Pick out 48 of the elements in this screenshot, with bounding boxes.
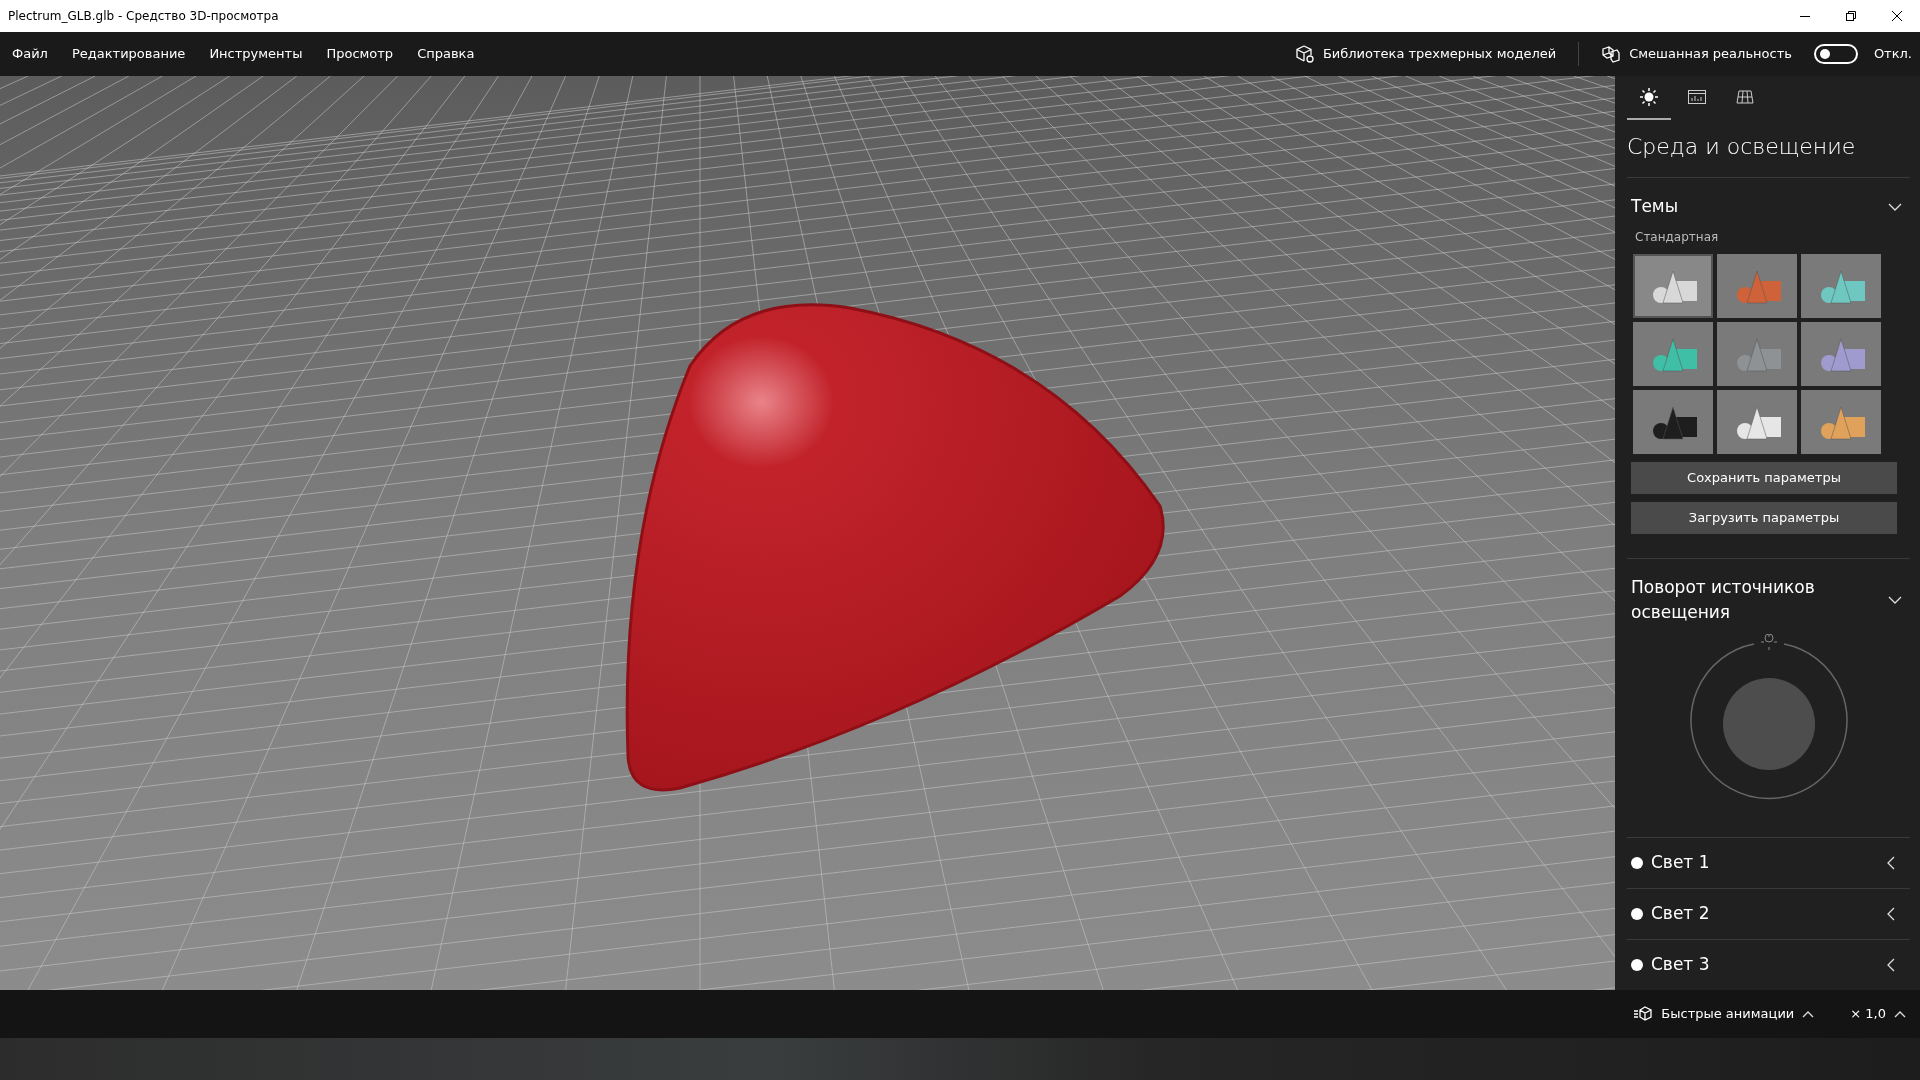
cube-search-icon: [1294, 44, 1315, 64]
minimize-icon: [1800, 15, 1810, 17]
theme-thumbnail[interactable]: [1717, 389, 1797, 454]
menu-item[interactable]: Файл: [0, 44, 60, 64]
light-dot: [1631, 908, 1643, 920]
animation-cube-icon: [1633, 1006, 1654, 1022]
theme-thumbnail[interactable]: [1801, 389, 1881, 454]
theme-thumbnail[interactable]: [1801, 321, 1881, 386]
chevron-down-icon: [1888, 594, 1902, 606]
menu-item[interactable]: Инструменты: [197, 44, 315, 64]
menu-item[interactable]: Справка: [405, 44, 487, 64]
menu-item[interactable]: Просмотр: [314, 44, 406, 64]
theme-thumbnail[interactable]: [1717, 321, 1797, 386]
theme-thumbnail[interactable]: [1633, 389, 1713, 454]
speed-button[interactable]: × 1,0: [1844, 1003, 1912, 1025]
panel-title: Среда и освещение: [1627, 133, 1857, 161]
load-settings-button[interactable]: Загрузить параметры: [1631, 501, 1897, 534]
light-row[interactable]: Свет 3: [1627, 940, 1910, 990]
light-label: Свет 3: [1651, 953, 1710, 977]
mixed-reality-toggle[interactable]: [1813, 44, 1858, 64]
theme-thumbnail[interactable]: [1801, 253, 1881, 318]
save-settings-button[interactable]: Сохранить параметры: [1631, 461, 1897, 494]
light-label: Свет 2: [1651, 902, 1710, 926]
restore-icon: [1846, 11, 1856, 21]
sun-icon: [1639, 87, 1659, 107]
toggle-state-label: Откл.: [1873, 45, 1912, 64]
section-title: Темы: [1631, 195, 1679, 218]
theme-thumbnail[interactable]: [1633, 253, 1713, 318]
light-label: Свет 1: [1651, 851, 1710, 875]
caret-up-icon: [1894, 1009, 1906, 1019]
quick-animations-button[interactable]: Быстрые анимации: [1627, 1003, 1821, 1025]
section-title: Поворот источников освещения: [1631, 575, 1816, 624]
caret-up-icon: [1802, 1009, 1815, 1019]
menu-item[interactable]: Редактирование: [59, 44, 198, 64]
chart-window-icon: [1687, 87, 1707, 107]
close-icon: [1892, 11, 1902, 21]
theme-thumbnail[interactable]: [1633, 321, 1713, 386]
grid-icon: [1735, 87, 1755, 107]
mixed-reality-icon: [1601, 45, 1622, 63]
theme-group-label: Стандартная: [1634, 228, 1720, 246]
mixed-reality-button[interactable]: Смешанная реальность: [1595, 43, 1798, 65]
window-title: Plectrum_GLB.glb - Средство 3D-просмотра: [7, 8, 279, 25]
light-row[interactable]: Свет 2: [1627, 889, 1910, 939]
light-dot: [1631, 959, 1643, 971]
model-library-button[interactable]: Библиотека трехмерных моделей: [1288, 43, 1563, 65]
light-dot: [1631, 857, 1643, 869]
light-row[interactable]: Свет 1: [1627, 838, 1910, 888]
theme-thumbnail[interactable]: [1717, 253, 1797, 318]
